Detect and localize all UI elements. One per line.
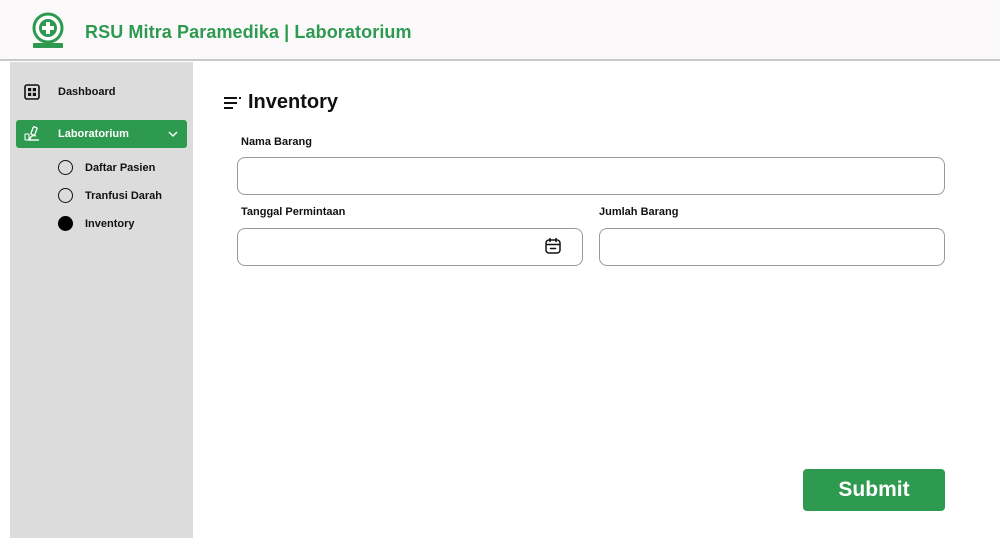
app-title: RSU Mitra Paramedika | Laboratorium [85,22,412,42]
nama-barang-label: Nama Barang [241,136,312,148]
sidebar: Dashboard Laboratorium Daftar Pasien Tra… [10,62,193,538]
jumlah-barang-label: Jumlah Barang [599,206,679,218]
page-title: Inventory [248,91,339,113]
submenu-item-tranfusi-darah[interactable]: Tranfusi Darah [58,188,162,203]
grid-icon [24,84,40,100]
microscope-icon [24,125,42,143]
sidebar-item-label: Laboratorium [58,128,129,140]
hospital-logo-icon [32,12,64,48]
top-header: RSU Mitra Paramedika | Laboratorium [0,0,1000,61]
radio-selected-icon [58,216,73,231]
radio-icon [58,188,73,203]
submenu-item-label: Tranfusi Darah [85,189,163,202]
tanggal-permintaan-label: Tanggal Permintaan [241,206,346,218]
jumlah-barang-input[interactable] [599,228,945,266]
menu-lines-icon [224,96,241,109]
app-window: RSU Mitra Paramedika | Laboratorium Dash… [0,0,1000,538]
submenu-item-label: Inventory [85,217,135,230]
sidebar-item-laboratorium[interactable]: Laboratorium [16,120,187,148]
submenu-item-label: Daftar Pasien [85,161,156,174]
calendar-icon[interactable] [544,237,562,255]
sidebar-item-label: Dashboard [58,86,116,98]
submenu-item-daftar-pasien[interactable]: Daftar Pasien [58,160,155,175]
sidebar-item-dashboard[interactable]: Dashboard [24,84,115,100]
submenu-item-inventory[interactable]: Inventory [58,216,135,231]
radio-icon [58,160,73,175]
submit-button[interactable]: Submit [803,469,945,511]
nama-barang-input[interactable] [237,157,945,195]
page-heading: Inventory [224,91,338,114]
tanggal-permintaan-input[interactable] [237,228,583,266]
chevron-down-icon[interactable] [167,128,179,140]
